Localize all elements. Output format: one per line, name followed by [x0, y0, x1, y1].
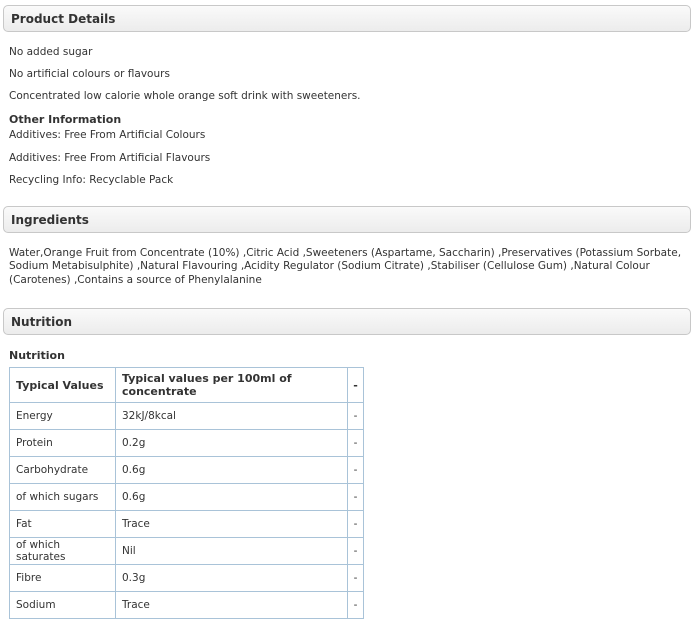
- table-row: of which saturates Nil -: [9, 537, 364, 565]
- column-header: Typical values per 100ml of concentrate: [115, 367, 348, 403]
- ingredients-header: Ingredients: [3, 206, 691, 233]
- column-header: Typical Values: [9, 367, 116, 403]
- table-row: Fat Trace -: [9, 510, 364, 538]
- nutrient-name: Energy: [9, 402, 116, 430]
- table-header-row: Typical Values Typical values per 100ml …: [9, 367, 364, 403]
- nutrition-subtitle: Nutrition: [9, 349, 65, 362]
- product-detail-line: No artificial colours or flavours: [9, 68, 170, 80]
- nutrient-extra: -: [347, 429, 364, 457]
- nutrient-value: 32kJ/8kcal: [115, 402, 348, 430]
- nutrient-extra: -: [347, 591, 364, 619]
- other-info-line: Additives: Free From Artificial Colours: [9, 129, 206, 141]
- product-detail-line: Concentrated low calorie whole orange so…: [9, 90, 361, 102]
- nutrient-extra: -: [347, 402, 364, 430]
- other-info-line: Recycling Info: Recyclable Pack: [9, 174, 174, 186]
- nutrient-name: of which saturates: [9, 537, 116, 565]
- nutrient-value: 0.6g: [115, 483, 348, 511]
- nutrient-value: Nil: [115, 537, 348, 565]
- nutrition-title: Nutrition: [11, 315, 72, 329]
- table-row: of which sugars 0.6g -: [9, 483, 364, 511]
- nutrient-name: Protein: [9, 429, 116, 457]
- nutrient-value: Trace: [115, 591, 348, 619]
- nutrient-value: Trace: [115, 510, 348, 538]
- table-row: Protein 0.2g -: [9, 429, 364, 457]
- nutrient-name: Fat: [9, 510, 116, 538]
- nutrition-header: Nutrition: [3, 308, 691, 335]
- product-details-header: Product Details: [3, 5, 691, 32]
- nutrient-name: of which sugars: [9, 483, 116, 511]
- column-header: -: [347, 367, 364, 403]
- table-row: Sodium Trace -: [9, 591, 364, 619]
- nutrient-value: 0.6g: [115, 456, 348, 484]
- table-row: Carbohydrate 0.6g -: [9, 456, 364, 484]
- product-details-title: Product Details: [11, 12, 116, 26]
- nutrient-extra: -: [347, 456, 364, 484]
- table-row: Energy 32kJ/8kcal -: [9, 402, 364, 430]
- nutrient-extra: -: [347, 510, 364, 538]
- nutrient-name: Sodium: [9, 591, 116, 619]
- ingredients-title: Ingredients: [11, 213, 89, 227]
- product-detail-line: No added sugar: [9, 46, 93, 58]
- nutrient-extra: -: [347, 483, 364, 511]
- nutrient-value: 0.3g: [115, 564, 348, 592]
- nutrition-table: Typical Values Typical values per 100ml …: [9, 367, 364, 619]
- table-row: Fibre 0.3g -: [9, 564, 364, 592]
- other-information-title: Other Information: [9, 113, 122, 126]
- nutrient-name: Fibre: [9, 564, 116, 592]
- nutrient-name: Carbohydrate: [9, 456, 116, 484]
- nutrient-extra: -: [347, 564, 364, 592]
- other-info-line: Additives: Free From Artificial Flavours: [9, 152, 211, 164]
- nutrient-value: 0.2g: [115, 429, 348, 457]
- nutrient-extra: -: [347, 537, 364, 565]
- ingredients-text: Water,Orange Fruit from Concentrate (10%…: [9, 247, 682, 286]
